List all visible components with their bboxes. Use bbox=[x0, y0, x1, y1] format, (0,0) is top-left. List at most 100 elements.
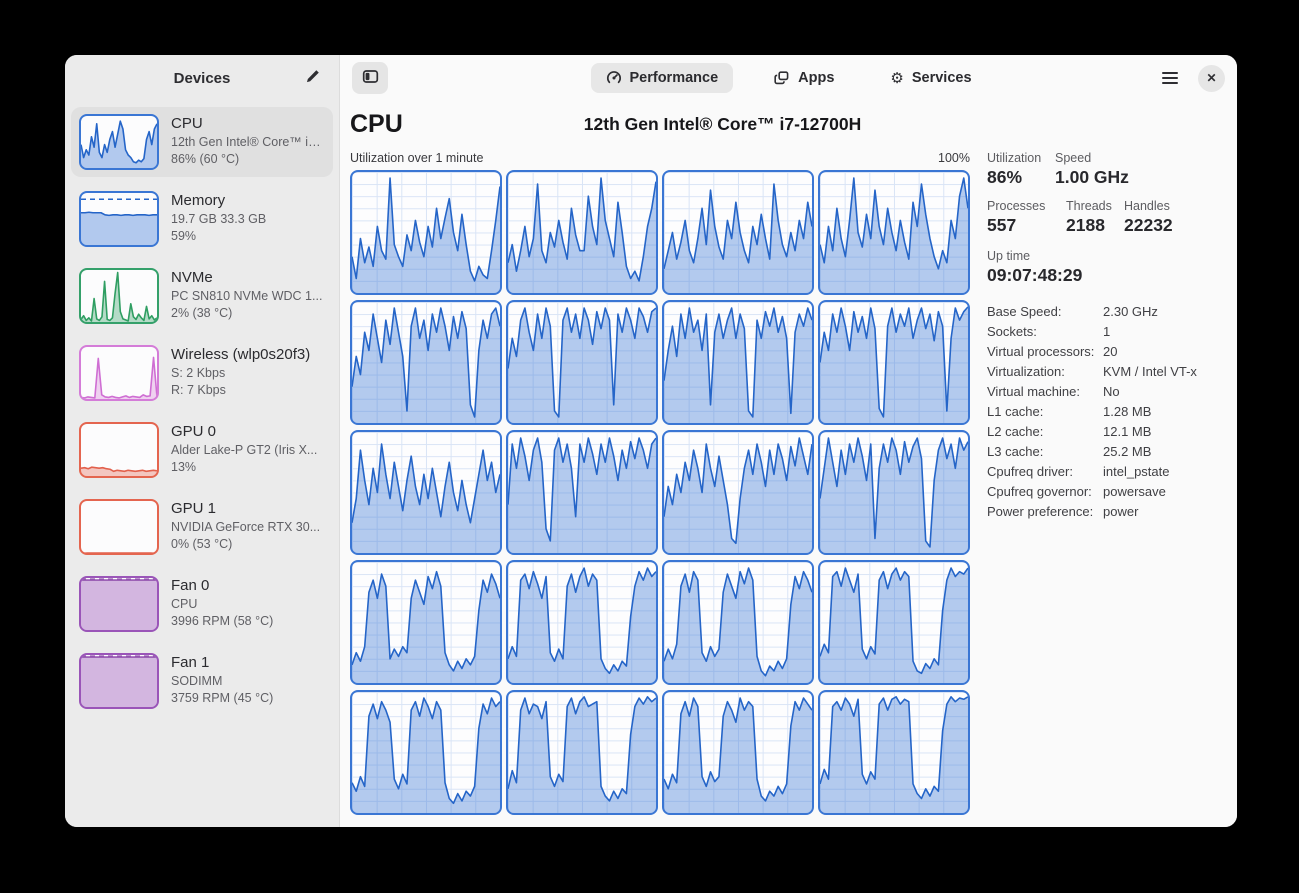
core-11-utilization-chart bbox=[818, 430, 970, 555]
detail-row: Virtualization:KVM / Intel VT-x bbox=[987, 362, 1225, 382]
hamburger-menu-button[interactable] bbox=[1158, 68, 1182, 89]
tab-apps[interactable]: Apps bbox=[759, 63, 849, 93]
header-bar: Performance Apps ⚙ Services bbox=[340, 55, 1237, 101]
device-name: NVMe bbox=[171, 269, 322, 286]
device-text: NVMePC SN810 NVMe WDC 1...2% (38 °C) bbox=[171, 268, 322, 320]
apps-icon bbox=[774, 70, 790, 86]
edit-devices-button[interactable] bbox=[301, 67, 323, 89]
device-status: 0% (53 °C) bbox=[171, 537, 320, 551]
main-area: Performance Apps ⚙ Services bbox=[340, 55, 1237, 827]
device-name: Memory bbox=[171, 192, 266, 209]
device-text: Wireless (wlp0s20f3)S: 2 KbpsR: 7 Kbps bbox=[171, 345, 310, 397]
detail-row: Virtual machine:No bbox=[987, 382, 1225, 402]
detail-value: No bbox=[1103, 382, 1120, 402]
sidebar-item-memory[interactable]: Memory19.7 GB 33.3 GB59% bbox=[71, 184, 333, 254]
memory-thumbnail-chart bbox=[79, 191, 159, 247]
detail-value: powersave bbox=[1103, 482, 1166, 502]
close-icon: ✕ bbox=[1206, 71, 1216, 85]
device-status: R: 7 Kbps bbox=[171, 383, 310, 397]
core-15-utilization-chart bbox=[818, 560, 970, 685]
page-title: CPU bbox=[350, 110, 403, 139]
device-status: 59% bbox=[171, 229, 266, 243]
detail-row: Cpufreq governor:powersave bbox=[987, 482, 1225, 502]
performance-content: CPU 12th Gen Intel® Core™ i7-12700H Util… bbox=[340, 101, 1237, 827]
speed-label: Speed bbox=[1055, 151, 1225, 165]
gpu0-thumbnail-chart bbox=[79, 422, 159, 478]
core-4-utilization-chart bbox=[350, 300, 502, 425]
core-3-utilization-chart bbox=[818, 170, 970, 295]
device-description: CPU bbox=[171, 597, 273, 611]
core-2-utilization-chart bbox=[662, 170, 814, 295]
sidebar-item-nvme[interactable]: NVMePC SN810 NVMe WDC 1...2% (38 °C) bbox=[71, 261, 333, 331]
pencil-icon bbox=[304, 68, 321, 88]
close-button[interactable]: ✕ bbox=[1198, 65, 1225, 92]
handles-label: Handles bbox=[1124, 199, 1225, 213]
sidebar-toggle-button[interactable] bbox=[352, 62, 388, 94]
charts-column: Utilization over 1 minute 100% bbox=[350, 151, 970, 817]
gear-icon: ⚙ bbox=[890, 71, 903, 86]
device-text: Memory19.7 GB 33.3 GB59% bbox=[171, 191, 266, 243]
core-19-utilization-chart bbox=[818, 690, 970, 815]
detail-value: 1.28 MB bbox=[1103, 402, 1151, 422]
cpu-thumbnail-chart bbox=[79, 114, 159, 170]
wireless-thumbnail-chart bbox=[79, 345, 159, 401]
fan0-thumbnail-chart bbox=[79, 576, 159, 632]
processes-label: Processes bbox=[987, 199, 1066, 213]
detail-value: 12.1 MB bbox=[1103, 422, 1151, 442]
utilization-label: Utilization bbox=[987, 151, 1055, 165]
core-1-utilization-chart bbox=[506, 170, 658, 295]
detail-label: Virtual machine: bbox=[987, 382, 1103, 402]
per-core-utilization-grid bbox=[350, 170, 970, 815]
detail-row: Sockets:1 bbox=[987, 322, 1225, 342]
sidebar: Devices CPU12th Gen Intel® Core™ i7-...8… bbox=[65, 55, 340, 827]
core-14-utilization-chart bbox=[662, 560, 814, 685]
sidebar-item-gpu1[interactable]: GPU 1 NVIDIA GeForce RTX 30... 0% (53 °C) bbox=[71, 492, 333, 562]
threads-value: 2188 bbox=[1066, 215, 1124, 236]
title-row: CPU 12th Gen Intel® Core™ i7-12700H bbox=[350, 105, 1225, 143]
core-8-utilization-chart bbox=[350, 430, 502, 555]
device-description: 12th Gen Intel® Core™ i7-... bbox=[171, 135, 325, 149]
device-name: Fan 0 bbox=[171, 577, 273, 594]
detail-value: 1 bbox=[1103, 322, 1110, 342]
core-18-utilization-chart bbox=[662, 690, 814, 815]
sidebar-item-cpu[interactable]: CPU12th Gen Intel® Core™ i7-...86% (60 °… bbox=[71, 107, 333, 177]
cpu-model-name: 12th Gen Intel® Core™ i7-12700H bbox=[350, 114, 1095, 135]
sidebar-item-fan0[interactable]: Fan 0 CPU 3996 RPM (58 °C) bbox=[71, 569, 333, 639]
nvme-thumbnail-chart bbox=[79, 268, 159, 324]
sidebar-item-wireless[interactable]: Wireless (wlp0s20f3)S: 2 KbpsR: 7 Kbps bbox=[71, 338, 333, 408]
fan1-thumbnail-chart bbox=[79, 653, 159, 709]
chart-caption: Utilization over 1 minute bbox=[350, 151, 483, 165]
tab-label: Services bbox=[912, 70, 972, 86]
core-9-utilization-chart bbox=[506, 430, 658, 555]
detail-value: KVM / Intel VT-x bbox=[1103, 362, 1197, 382]
detail-row: L1 cache:1.28 MB bbox=[987, 402, 1225, 422]
device-status: 3759 RPM (45 °C) bbox=[171, 691, 273, 705]
gauge-icon bbox=[605, 70, 621, 86]
detail-label: Virtualization: bbox=[987, 362, 1103, 382]
device-description: NVIDIA GeForce RTX 30... bbox=[171, 520, 320, 534]
tab-services[interactable]: ⚙ Services bbox=[875, 63, 986, 93]
threads-label: Threads bbox=[1066, 199, 1124, 213]
core-7-utilization-chart bbox=[818, 300, 970, 425]
gpu1-thumbnail-chart bbox=[79, 499, 159, 555]
detail-label: L2 cache: bbox=[987, 422, 1103, 442]
device-name: CPU bbox=[171, 115, 325, 132]
detail-label: Power preference: bbox=[987, 502, 1103, 522]
sidebar-item-gpu0[interactable]: GPU 0Alder Lake-P GT2 (Iris X...13% bbox=[71, 415, 333, 485]
detail-row: Power preference:power bbox=[987, 502, 1225, 522]
detail-row: Virtual processors:20 bbox=[987, 342, 1225, 362]
detail-row: L2 cache:12.1 MB bbox=[987, 422, 1225, 442]
device-name: GPU 1 bbox=[171, 500, 320, 517]
tab-label: Performance bbox=[629, 70, 718, 86]
chart-max-label: 100% bbox=[938, 151, 970, 165]
core-16-utilization-chart bbox=[350, 690, 502, 815]
detail-row: Base Speed:2.30 GHz bbox=[987, 302, 1225, 322]
device-status: 3996 RPM (58 °C) bbox=[171, 614, 273, 628]
sidebar-item-fan1[interactable]: Fan 1SODIMM3759 RPM (45 °C) bbox=[71, 646, 333, 716]
detail-label: Base Speed: bbox=[987, 302, 1103, 322]
device-description: PC SN810 NVMe WDC 1... bbox=[171, 289, 322, 303]
sidebar-toggle-icon bbox=[362, 68, 379, 88]
device-name: GPU 0 bbox=[171, 423, 317, 440]
detail-value: 2.30 GHz bbox=[1103, 302, 1158, 322]
tab-performance[interactable]: Performance bbox=[590, 63, 733, 93]
